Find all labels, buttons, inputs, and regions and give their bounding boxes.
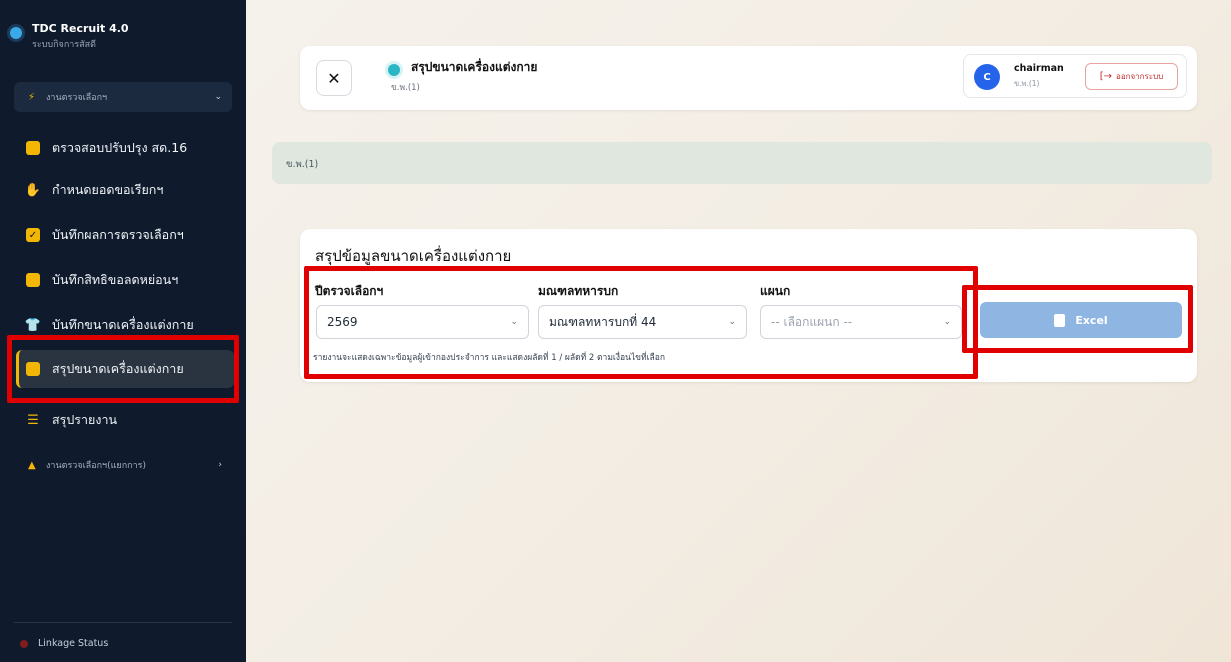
sidebar-item-label: กำหนดยอดขอเรียกฯ [52, 182, 164, 197]
brand: TDC Recruit 4.0 ระบบกิจการสัสดี [10, 22, 129, 51]
highlight-box-filters [304, 266, 978, 379]
card-title: สรุปข้อมูลขนาดเครื่องแต่งกาย [315, 247, 512, 265]
page-subtitle: ข.พ.(1) [391, 83, 420, 93]
sidebar-item-deferment-rights[interactable]: บันทึกสิทธิขอลดหย่อนฯ [16, 261, 234, 299]
logout-button[interactable]: [→ ออกจากระบบ [1085, 63, 1178, 90]
app-title: TDC Recruit 4.0 [32, 22, 129, 35]
highlight-box-excel [962, 285, 1193, 353]
chart-bars-icon: ☰ [27, 412, 39, 428]
header-card: ✕ สรุปขนาดเครื่องแต่งกาย ข.พ.(1) C chair… [300, 46, 1197, 110]
chevron-right-icon: › [218, 460, 222, 470]
user-role: ข.พ.(1) [1014, 79, 1040, 88]
status-dot-icon [20, 639, 28, 648]
clipboard-icon [26, 141, 40, 155]
brand-logo-icon [10, 27, 22, 39]
shirt-icon: 👕 [24, 317, 42, 333]
sidebar-item-verify-sd16[interactable]: ตรวจสอบปรับปรุง สด.16 [16, 129, 234, 167]
page-title: สรุปขนาดเครื่องแต่งกาย [411, 60, 538, 74]
linkage-status-label: Linkage Status [38, 638, 109, 649]
sidebar-item-selection-results[interactable]: ✓ บันทึกผลการตรวจเลือกฯ [16, 216, 234, 254]
breadcrumb-text: ข.พ.(1) [286, 159, 319, 170]
checkbox-icon: ✓ [26, 228, 40, 242]
page-status-dot-icon [388, 64, 400, 76]
sidebar: TDC Recruit 4.0 ระบบกิจการสัสดี ⚡ งานตรว… [0, 0, 246, 662]
edit-document-icon [26, 273, 40, 287]
sidebar-item-label: บันทึกผลการตรวจเลือกฯ [52, 227, 184, 242]
highlight-box-sidebar [7, 335, 239, 403]
close-icon: ✕ [327, 68, 341, 88]
section-main-label: งานตรวจเลือกฯ [46, 93, 108, 103]
user-name: chairman [1014, 63, 1064, 74]
section-secondary[interactable]: ▲ งานตรวจเลือกฯ(แยกการ) › [14, 450, 232, 480]
app-subtitle: ระบบกิจการสัสดี [32, 40, 96, 50]
linkage-status: Linkage Status [20, 638, 108, 649]
sidebar-divider [14, 622, 232, 623]
sidebar-item-label: สรุปรายงาน [52, 412, 118, 427]
sidebar-item-label: ตรวจสอบปรับปรุง สด.16 [52, 140, 188, 155]
chart-icon: ▲ [28, 459, 36, 471]
sidebar-item-label: บันทึกขนาดเครื่องแต่งกาย [52, 317, 194, 332]
logout-label: ออกจากระบบ [1116, 72, 1164, 81]
section-secondary-label: งานตรวจเลือกฯ(แยกการ) [46, 461, 146, 471]
sidebar-item-label: บันทึกสิทธิขอลดหย่อนฯ [52, 272, 179, 287]
logout-icon: [→ [1099, 71, 1113, 82]
hand-icon: ✋ [24, 182, 42, 198]
lightning-icon: ⚡ [28, 91, 36, 103]
sidebar-item-report-summary[interactable]: ☰ สรุปรายงาน [16, 401, 234, 439]
sidebar-item-call-quota[interactable]: ✋ กำหนดยอดขอเรียกฯ [16, 171, 234, 209]
user-box: C chairman ข.พ.(1) [→ ออกจากระบบ [963, 54, 1187, 98]
avatar: C [974, 64, 1000, 90]
breadcrumb: ข.พ.(1) [272, 142, 1212, 184]
chevron-down-icon: ⌄ [214, 92, 222, 102]
section-main[interactable]: ⚡ งานตรวจเลือกฯ ⌄ [14, 82, 232, 112]
close-button[interactable]: ✕ [316, 60, 352, 96]
